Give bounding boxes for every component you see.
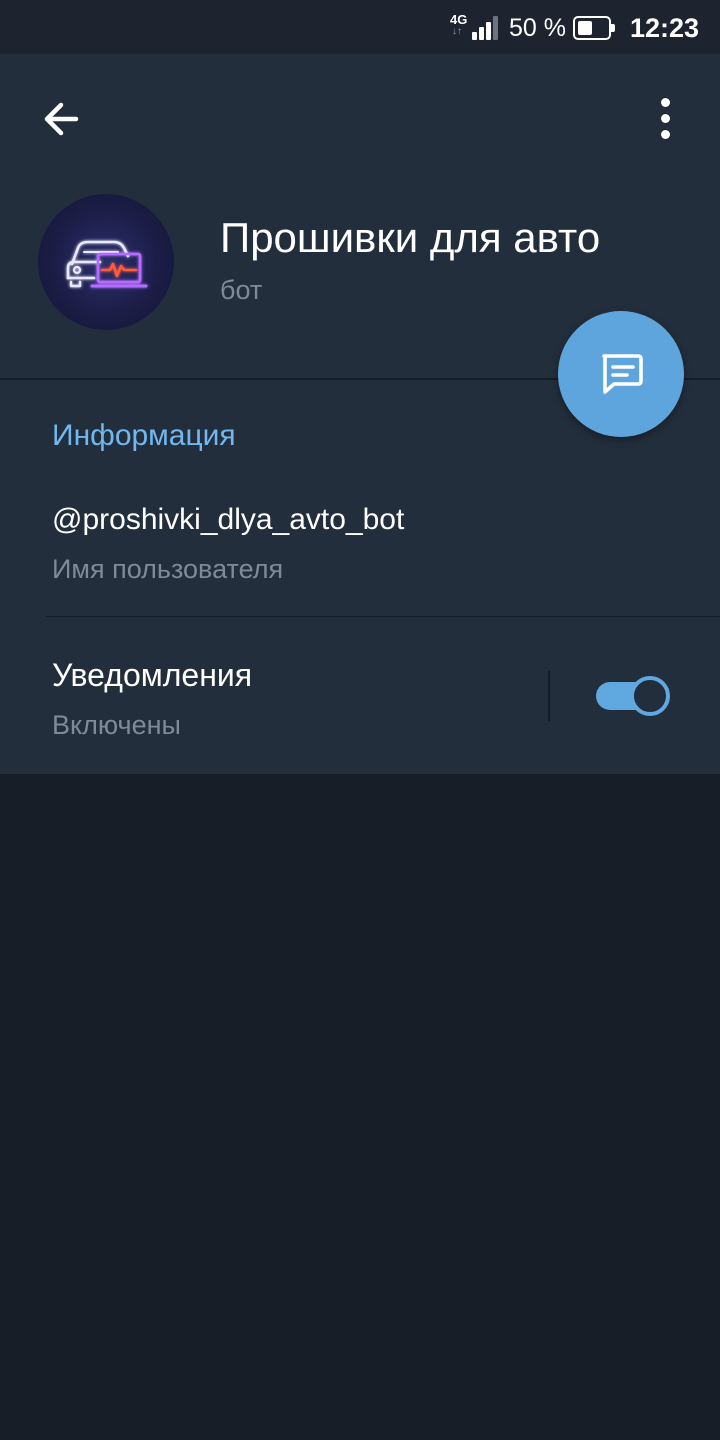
network-activity-icon: ↓↑ bbox=[452, 26, 462, 37]
avatar[interactable] bbox=[38, 194, 174, 330]
clock: 12:23 bbox=[630, 13, 700, 43]
notifications-status: Включены bbox=[52, 710, 181, 740]
message-icon bbox=[602, 354, 643, 394]
notifications-toggle[interactable] bbox=[592, 674, 674, 718]
row-divider bbox=[46, 616, 720, 617]
car-laptop-neon-logo bbox=[66, 240, 148, 288]
vertical-separator bbox=[548, 671, 550, 721]
status-bar: 4G ↓↑ 50 % 12:23 bbox=[0, 0, 720, 54]
toggle-thumb bbox=[630, 676, 670, 716]
more-vertical-icon bbox=[661, 98, 670, 107]
arrow-left-icon bbox=[44, 102, 79, 136]
notifications-label: Уведомления bbox=[52, 657, 253, 693]
username-value: @proshivki_dlya_avto_bot bbox=[52, 503, 405, 536]
profile-screen: 4G ↓↑ 50 % 12:23 Прошивки для авто бот И… bbox=[0, 0, 720, 1440]
network-type: 4G bbox=[450, 12, 468, 27]
send-message-button[interactable] bbox=[558, 311, 684, 437]
battery-icon bbox=[573, 16, 615, 40]
username-caption: Имя пользователя bbox=[52, 554, 284, 584]
profile-title: Прошивки для авто bbox=[220, 214, 601, 261]
back-button[interactable] bbox=[32, 96, 92, 142]
info-section: Информация @proshivki_dlya_avto_bot Имя … bbox=[0, 380, 720, 774]
battery-percent: 50 % bbox=[509, 14, 566, 42]
more-options-button[interactable] bbox=[640, 94, 692, 144]
section-title-info: Информация bbox=[52, 419, 236, 452]
signal-icon bbox=[472, 16, 498, 40]
profile-subtitle: бот bbox=[220, 275, 263, 305]
